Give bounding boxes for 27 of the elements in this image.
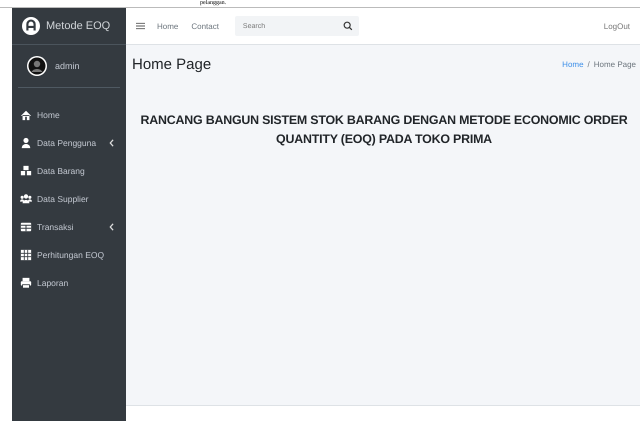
- logo-icon: [22, 17, 40, 35]
- table-icon: [20, 221, 32, 233]
- home-icon: [20, 109, 32, 121]
- sidebar-item[interactable]: Data Pengguna: [18, 129, 122, 157]
- sidebar-item[interactable]: Data Barang: [18, 157, 122, 185]
- sidebar-item[interactable]: Transaksi: [18, 213, 122, 241]
- breadcrumb-separator: /: [588, 60, 590, 68]
- sidebar-item[interactable]: Data Supplier: [18, 185, 122, 213]
- sidebar-item[interactable]: Perhitungan EOQ: [18, 241, 122, 269]
- menu-icon[interactable]: [136, 22, 145, 30]
- cubes-icon: [20, 165, 32, 177]
- logout-link[interactable]: LogOut: [604, 22, 630, 30]
- user-name[interactable]: admin: [55, 61, 80, 71]
- avatar-icon: [27, 56, 47, 76]
- users-icon: [20, 193, 32, 205]
- brand-name[interactable]: Metode EOQ: [46, 20, 110, 32]
- user-icon: [20, 137, 32, 149]
- search-icon[interactable]: [342, 21, 353, 31]
- nav-link[interactable]: Contact: [191, 22, 219, 30]
- nav-link[interactable]: Home: [157, 22, 178, 30]
- page-title: Home Page: [132, 56, 212, 72]
- sidebar-item[interactable]: Laporan: [18, 269, 122, 297]
- breadcrumb-current: Home Page: [594, 60, 636, 68]
- sidebar-item[interactable]: Home: [18, 101, 122, 129]
- page-heading: RANCANG BANGUN SISTEM STOK BARANG DENGAN METODE ECONOMIC ORDER QUANTITY (EOQ) PADA TOKO PRIMA: [140, 112, 628, 148]
- grid-icon: [20, 249, 32, 261]
- printer-icon: [20, 277, 32, 289]
